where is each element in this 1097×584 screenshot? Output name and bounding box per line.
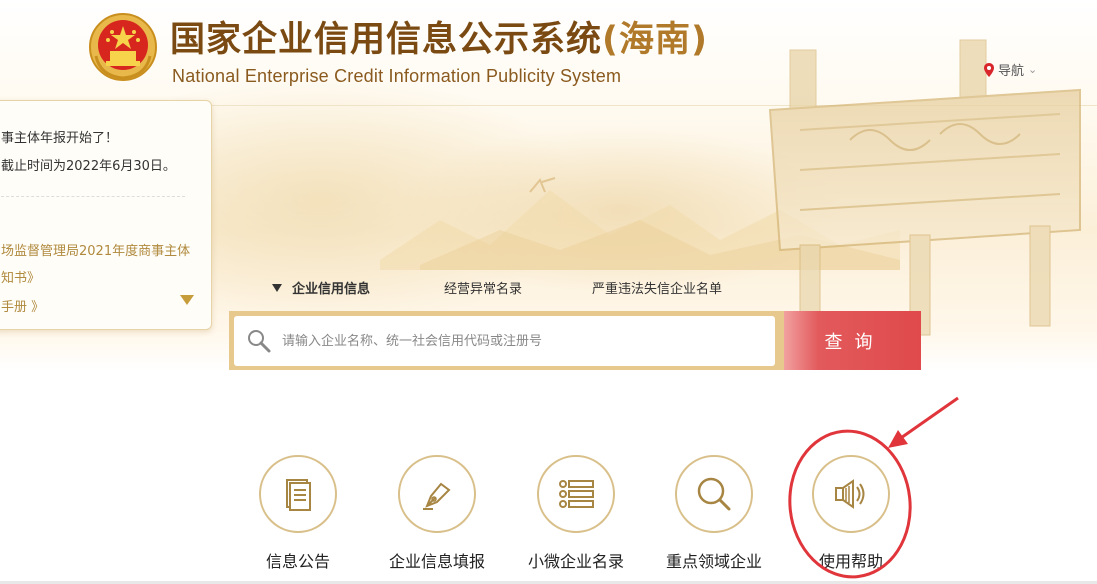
quick-link-circle — [812, 455, 890, 533]
tab-label: 企业信用信息 — [292, 282, 371, 297]
list-icon — [559, 480, 594, 508]
speaker-icon — [835, 479, 865, 509]
search-input[interactable] — [280, 320, 775, 362]
announcement-panel: 事主体年报开始了！ 截止时间为2022年6月30日。 场监督管理局2021年度商… — [0, 100, 212, 330]
announcement-divider — [1, 196, 185, 197]
navigation-label: 导航 — [998, 64, 1025, 79]
quick-link-label: 重点领域企业 — [665, 552, 762, 571]
quick-link-circle — [675, 455, 753, 533]
bronze-ding-illustration — [768, 39, 1081, 346]
quick-link-enterprise-report[interactable]: 企业信息填报 — [377, 455, 497, 572]
quick-link-label: 小微企业名录 — [527, 552, 624, 571]
quick-link-micro-enterprise[interactable]: 小微企业名录 — [516, 455, 636, 572]
quick-link-label: 信息公告 — [265, 552, 330, 571]
announcement-link[interactable]: 场监督管理局2021年度商事主体 — [1, 240, 190, 259]
quick-link-info-notice[interactable]: 信息公告 — [238, 455, 358, 572]
quick-link-circle — [398, 455, 476, 533]
announcement-link[interactable]: 知书》 — [1, 267, 40, 286]
site-title-main: 国家企业信用信息公示系统 — [170, 20, 603, 60]
quick-link-circle — [259, 455, 337, 533]
announcement-text: 事主体年报开始了！ — [1, 131, 119, 146]
announcement-link[interactable]: 手册 》 — [1, 296, 44, 315]
caret-down-icon — [272, 284, 282, 292]
caret-down-icon[interactable] — [180, 295, 194, 305]
search-box — [234, 316, 775, 366]
site-title-region: (海南) — [602, 20, 709, 60]
pen-icon — [423, 482, 451, 510]
national-emblem-icon — [89, 13, 157, 81]
magnifier-icon — [697, 477, 731, 511]
quick-link-key-sector[interactable]: 重点领域企业 — [654, 455, 774, 572]
site-title-english: National Enterprise Credit Information P… — [172, 66, 622, 86]
document-icon — [286, 479, 311, 511]
quick-link-label: 企业信息填报 — [388, 552, 485, 571]
quick-link-label: 使用帮助 — [818, 552, 883, 571]
site-title: 国家企业信用信息公示系统(海南) — [170, 18, 708, 62]
announcement-deadline: 截止时间为2022年6月30日。 — [1, 159, 176, 174]
search-icon — [248, 330, 271, 353]
location-pin-icon — [984, 62, 994, 77]
navigation-menu[interactable]: 导航 ⌄ — [984, 60, 1037, 79]
search-button[interactable]: 查询 — [784, 311, 921, 370]
tab-abnormal-operations[interactable]: 经营异常名录 — [444, 278, 522, 297]
tab-serious-violation[interactable]: 严重违法失信企业名单 — [592, 278, 722, 297]
quick-link-user-help[interactable]: 使用帮助 — [791, 455, 911, 572]
quick-link-circle — [537, 455, 615, 533]
chevron-down-icon: ⌄ — [1028, 63, 1038, 76]
tab-enterprise-credit[interactable]: 企业信用信息 — [272, 278, 370, 297]
